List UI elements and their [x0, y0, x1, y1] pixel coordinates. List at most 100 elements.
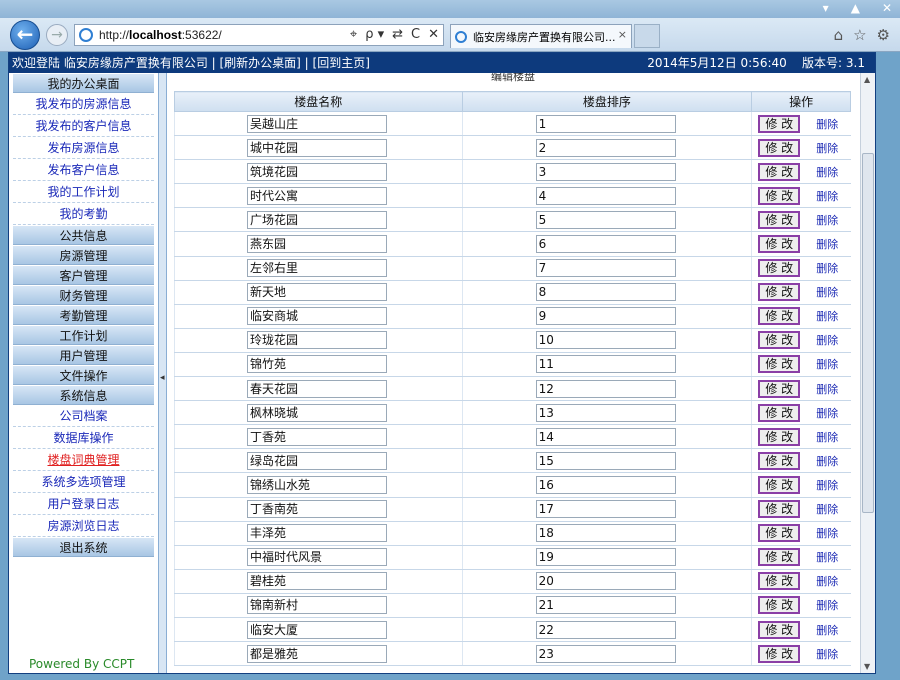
name-input[interactable]: 新天地	[247, 283, 387, 302]
order-input[interactable]: 2	[535, 138, 676, 157]
order-input[interactable]: 12	[535, 379, 676, 398]
name-input[interactable]: 锦南新村	[247, 596, 387, 615]
sidebar-link[interactable]: 我的工作计划	[13, 181, 154, 203]
edit-button[interactable]: 修 改	[758, 644, 801, 663]
delete-link[interactable]: 删除	[816, 308, 838, 324]
delete-link[interactable]: 删除	[816, 236, 838, 252]
sidebar-section[interactable]: 公共信息	[13, 225, 154, 245]
delete-link[interactable]: 删除	[816, 646, 838, 662]
name-input[interactable]: 锦竹苑	[247, 355, 387, 374]
edit-button[interactable]: 修 改	[758, 379, 801, 398]
delete-link[interactable]: 删除	[816, 453, 838, 469]
order-input[interactable]: 19	[535, 548, 676, 567]
sidebar-section[interactable]: 我的办公桌面	[13, 73, 154, 93]
edit-button[interactable]: 修 改	[758, 572, 801, 591]
order-input[interactable]: 5	[535, 210, 676, 229]
delete-link[interactable]: 删除	[816, 212, 838, 228]
edit-button[interactable]: 修 改	[758, 186, 801, 205]
stop-icon[interactable]: ✕	[428, 27, 439, 42]
sidebar-link[interactable]: 系统多选项管理	[13, 471, 154, 493]
order-input[interactable]: 8	[535, 283, 676, 302]
compatibility-view-icon[interactable]: ⇄	[392, 27, 403, 42]
name-input[interactable]: 枫林晓城	[247, 403, 387, 422]
order-input[interactable]: 17	[535, 500, 676, 519]
name-input[interactable]: 筑境花园	[247, 162, 387, 181]
name-input[interactable]: 丁香南苑	[247, 500, 387, 519]
edit-button[interactable]: 修 改	[758, 114, 801, 133]
sidebar-section[interactable]: 房源管理	[13, 245, 154, 265]
name-input[interactable]: 春天花园	[247, 379, 387, 398]
order-input[interactable]: 22	[535, 620, 676, 639]
vertical-scrollbar[interactable]: ▲ ▼	[860, 73, 875, 673]
edit-button[interactable]: 修 改	[758, 596, 801, 615]
sidebar-link[interactable]: 数据库操作	[13, 427, 154, 449]
delete-link[interactable]: 删除	[816, 549, 838, 565]
delete-link[interactable]: 删除	[816, 501, 838, 517]
order-input[interactable]: 3	[535, 162, 676, 181]
delete-link[interactable]: 删除	[816, 116, 838, 132]
name-input[interactable]: 左邻右里	[247, 259, 387, 278]
browser-tab[interactable]: 临安房缘房产置换有限公司... ×	[450, 24, 632, 48]
edit-button[interactable]: 修 改	[758, 403, 801, 422]
maximize-button[interactable]: ▲	[851, 0, 860, 16]
delete-link[interactable]: 删除	[816, 140, 838, 156]
name-input[interactable]: 碧桂苑	[247, 572, 387, 591]
order-input[interactable]: 20	[535, 572, 676, 591]
collapse-arrow-icon[interactable]: ◂	[160, 373, 165, 383]
sidebar-section[interactable]: 客户管理	[13, 265, 154, 285]
edit-button[interactable]: 修 改	[758, 283, 801, 302]
edit-button[interactable]: 修 改	[758, 548, 801, 567]
scroll-up-icon[interactable]: ▲	[864, 75, 870, 84]
edit-button[interactable]: 修 改	[758, 355, 801, 374]
favorites-star-icon[interactable]: ☆	[853, 26, 866, 44]
order-input[interactable]: 1	[535, 114, 676, 133]
delete-link[interactable]: 删除	[816, 260, 838, 276]
sidebar-link[interactable]: 房源浏览日志	[13, 515, 154, 537]
edit-button[interactable]: 修 改	[758, 307, 801, 326]
back-button[interactable]: ←	[10, 20, 40, 50]
address-bar[interactable]: http://localhost:53622/ ⌖ ρ ▾ ⇄ C ✕	[74, 24, 444, 46]
edit-button[interactable]: 修 改	[758, 475, 801, 494]
delete-link[interactable]: 删除	[816, 381, 838, 397]
name-input[interactable]: 绿岛花园	[247, 451, 387, 470]
delete-link[interactable]: 删除	[816, 356, 838, 372]
name-input[interactable]: 临安商城	[247, 307, 387, 326]
edit-button[interactable]: 修 改	[758, 500, 801, 519]
order-input[interactable]: 18	[535, 524, 676, 543]
new-tab-button[interactable]	[634, 24, 660, 48]
edit-button[interactable]: 修 改	[758, 259, 801, 278]
edit-button[interactable]: 修 改	[758, 427, 801, 446]
delete-link[interactable]: 删除	[816, 332, 838, 348]
sidebar-section[interactable]: 退出系统	[13, 537, 154, 557]
order-input[interactable]: 6	[535, 235, 676, 254]
sidebar-section[interactable]: 考勤管理	[13, 305, 154, 325]
name-input[interactable]: 锦绣山水苑	[247, 475, 387, 494]
order-input[interactable]: 7	[535, 259, 676, 278]
scroll-down-icon[interactable]: ▼	[864, 662, 870, 671]
sidebar-link[interactable]: 楼盘词典管理	[13, 449, 154, 471]
edit-button[interactable]: 修 改	[758, 451, 801, 470]
delete-link[interactable]: 删除	[816, 477, 838, 493]
name-input[interactable]: 丰泽苑	[247, 524, 387, 543]
sidebar-section[interactable]: 文件操作	[13, 365, 154, 385]
sidebar-link[interactable]: 发布房源信息	[13, 137, 154, 159]
forward-button[interactable]: →	[46, 24, 68, 46]
sidebar-section[interactable]: 用户管理	[13, 345, 154, 365]
compat-icon[interactable]: ⌖	[350, 27, 357, 42]
edit-button[interactable]: 修 改	[758, 235, 801, 254]
refresh-icon[interactable]: C	[411, 27, 420, 42]
close-window-button[interactable]: ✕	[882, 0, 892, 16]
delete-link[interactable]: 删除	[816, 284, 838, 300]
sidebar-link[interactable]: 发布客户信息	[13, 159, 154, 181]
sidebar-link[interactable]: 用户登录日志	[13, 493, 154, 515]
edit-button[interactable]: 修 改	[758, 524, 801, 543]
address-text[interactable]: http://localhost:53622/	[99, 28, 222, 42]
order-input[interactable]: 16	[535, 475, 676, 494]
delete-link[interactable]: 删除	[816, 164, 838, 180]
delete-link[interactable]: 删除	[816, 429, 838, 445]
sidebar-section[interactable]: 系统信息	[13, 385, 154, 405]
name-input[interactable]: 城中花园	[247, 138, 387, 157]
order-input[interactable]: 9	[535, 307, 676, 326]
edit-button[interactable]: 修 改	[758, 210, 801, 229]
order-input[interactable]: 10	[535, 331, 676, 350]
